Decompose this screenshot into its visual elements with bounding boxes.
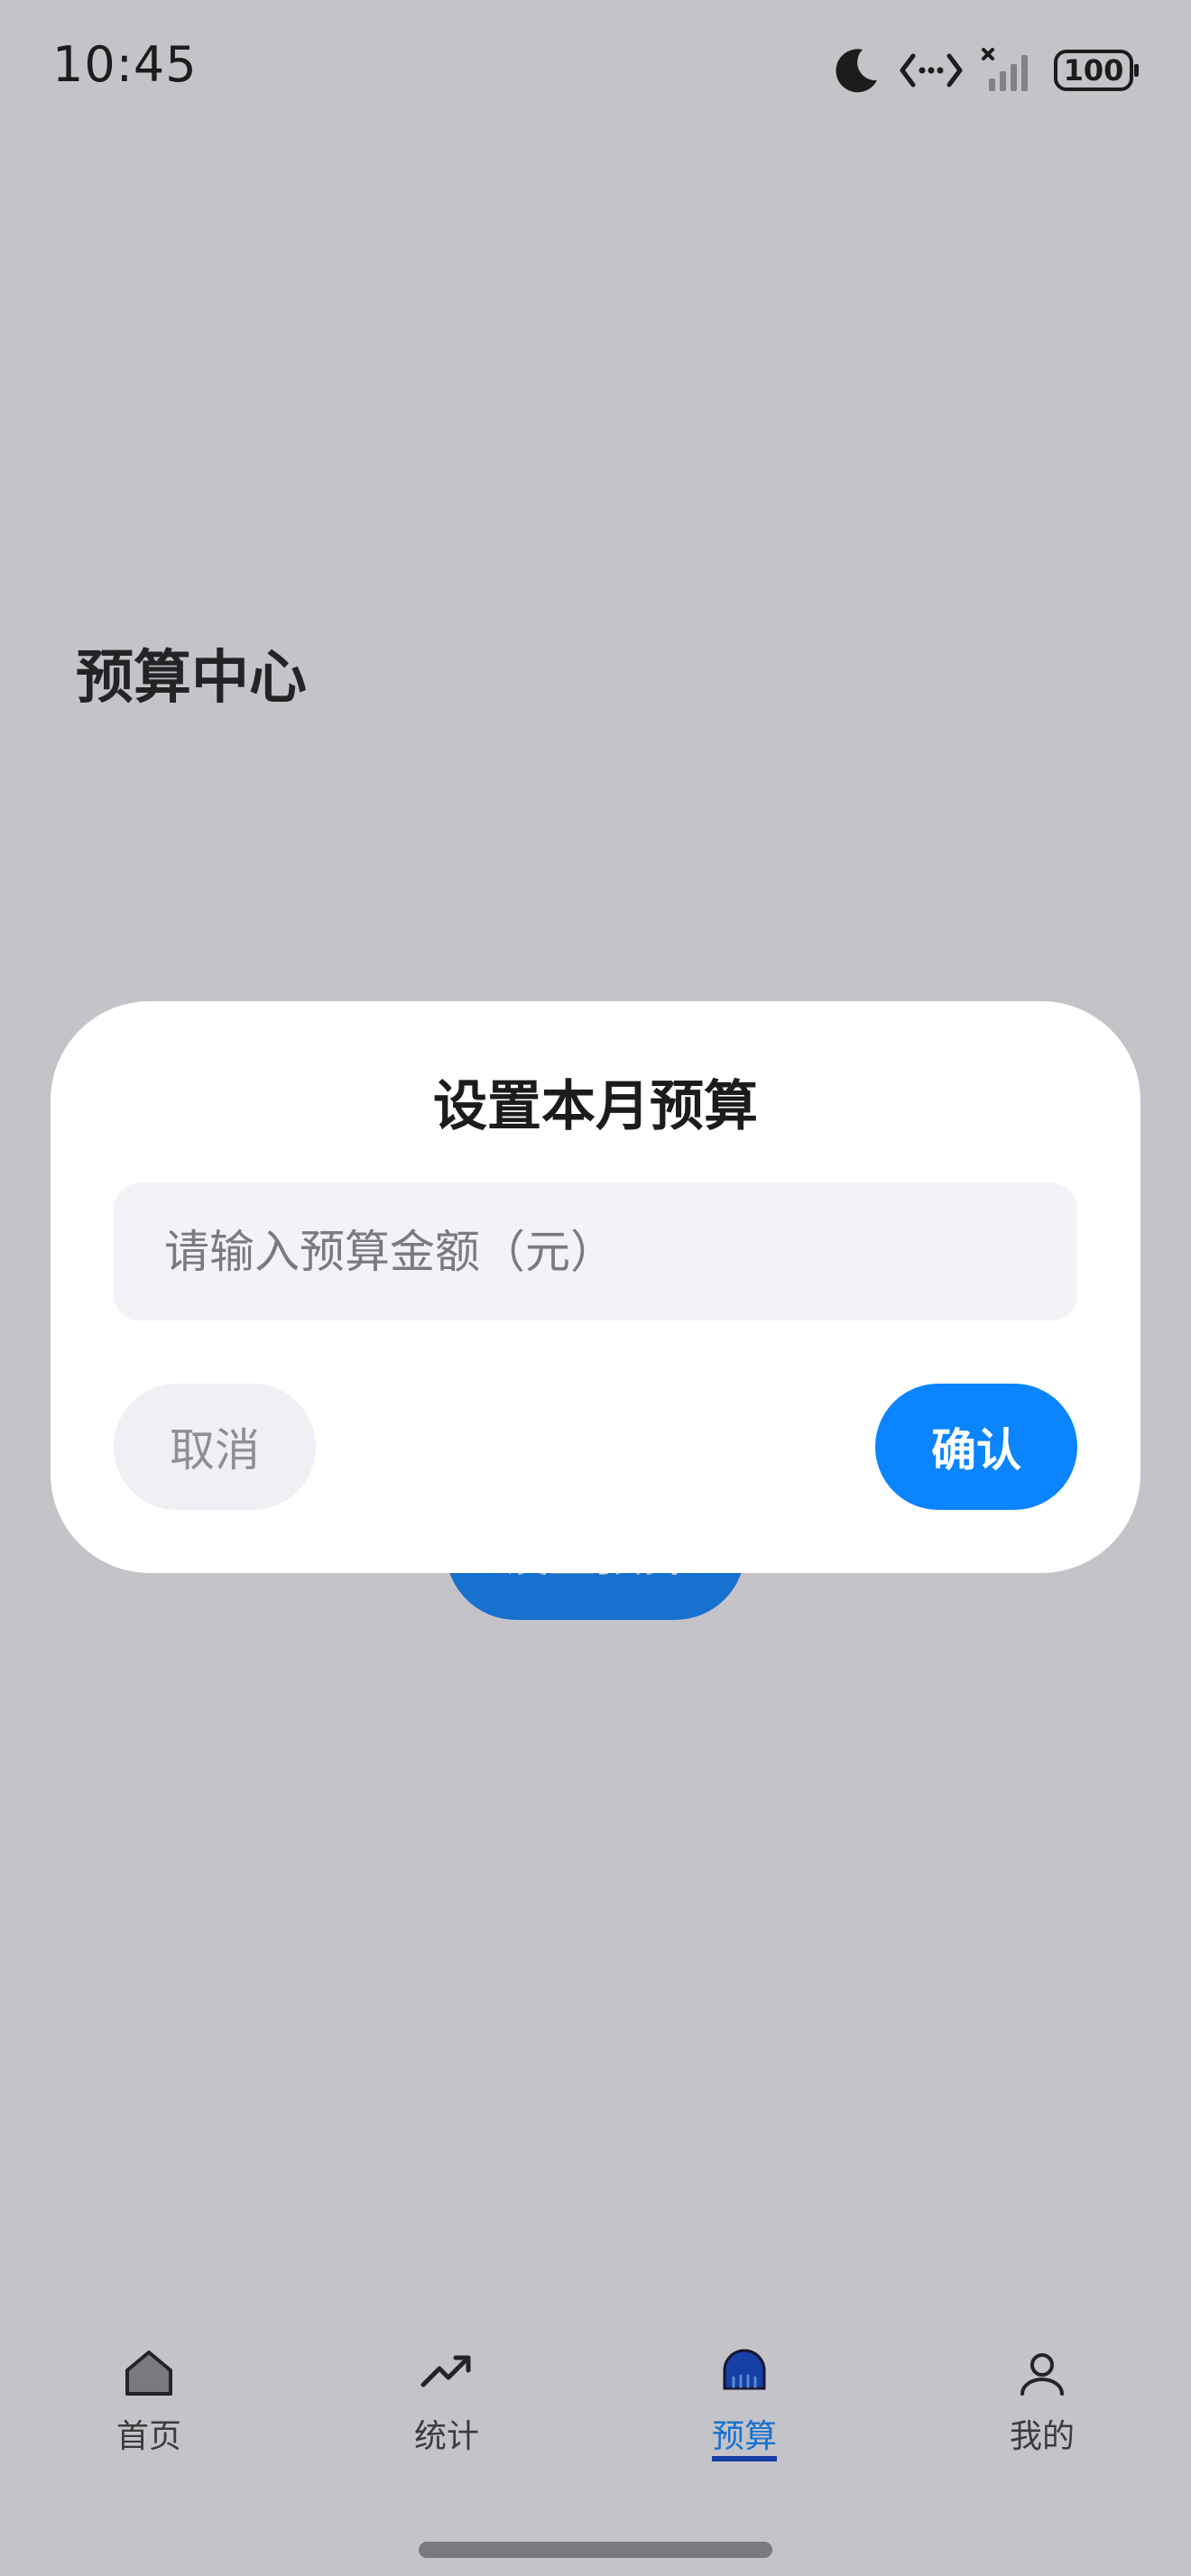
budget-screen: 10:45 100 预算中心 首页 统计 预算 我的 设置本月预算 请输入预算金… (0, 0, 1191, 2576)
cancel-button[interactable]: 取消 (114, 1384, 316, 1510)
budget-amount-input[interactable] (114, 1183, 1077, 1320)
confirm-button[interactable]: 确认 (875, 1384, 1077, 1510)
set-budget-dialog: 设置本月预算 取消 确认 (51, 1001, 1140, 1573)
dialog-title: 设置本月预算 (433, 1075, 758, 1138)
